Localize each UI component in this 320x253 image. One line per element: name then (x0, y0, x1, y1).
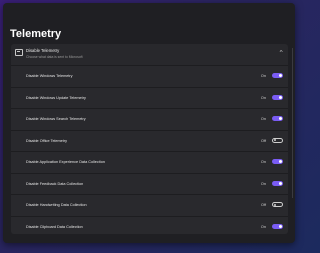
setting-row: Disable Application Experience Data Coll… (11, 152, 288, 174)
setting-label: Disable Handwriting Data Collection (26, 203, 87, 207)
toggle-switch[interactable] (272, 116, 283, 121)
setting-row: Disable Clipboard Data Collection On (11, 216, 288, 234)
setting-label: Disable Office Telemetry (26, 138, 68, 143)
toggle-switch[interactable] (272, 73, 283, 78)
scrollbar[interactable] (292, 48, 293, 198)
toggle-state-text: On (260, 95, 266, 100)
setting-label: Disable Windows Search Telemetry (26, 117, 86, 121)
toggle-state-text: On (260, 181, 266, 186)
toggle-switch[interactable] (272, 223, 283, 229)
toggle-switch[interactable] (272, 180, 283, 186)
toggle-state-text: Off (261, 138, 266, 143)
app-window: Telemetry Disable Telemetry Choose what … (3, 3, 295, 243)
page-title: Telemetry (10, 28, 62, 40)
toggle-state-text: On (260, 160, 266, 164)
setting-row: Disable Feedback Data Collection On (11, 173, 288, 195)
setting-row: Disable Windows Update Telemetry On (11, 87, 288, 109)
toggle-state-text: On (260, 117, 266, 121)
setting-row: Disable Windows Telemetry On (11, 66, 288, 88)
setting-label: Disable Windows Telemetry (26, 74, 73, 78)
setting-label: Disable Windows Update Telemetry (26, 95, 86, 100)
toggle-switch[interactable] (272, 94, 283, 100)
toggle-state-text: On (260, 74, 266, 78)
toggle-switch[interactable] (272, 202, 283, 207)
toggle-state-text: On (260, 224, 266, 229)
setting-label: Disable Feedback Data Collection (26, 181, 84, 186)
setting-row: Disable Windows Search Telemetry On (11, 109, 288, 131)
toggle-switch[interactable] (272, 137, 283, 143)
telemetry-card: Disable Telemetry Choose what data is se… (11, 44, 288, 234)
setting-label: Disable Clipboard Data Collection (26, 224, 83, 229)
toggle-switch[interactable] (272, 159, 283, 164)
setting-row: Disable Handwriting Data Collection Off (11, 195, 288, 217)
section-header[interactable]: Disable Telemetry Choose what data is se… (11, 44, 288, 66)
chevron-up-icon[interactable]: ^ (279, 50, 282, 56)
settings-window-icon (15, 49, 23, 56)
section-title: Disable Telemetry (26, 48, 60, 53)
toggle-state-text: Off (261, 203, 266, 207)
section-subtitle: Choose what data is sent to Microsoft (26, 55, 83, 59)
setting-row: Disable Office Telemetry Off (11, 130, 288, 152)
setting-label: Disable Application Experience Data Coll… (26, 160, 105, 164)
